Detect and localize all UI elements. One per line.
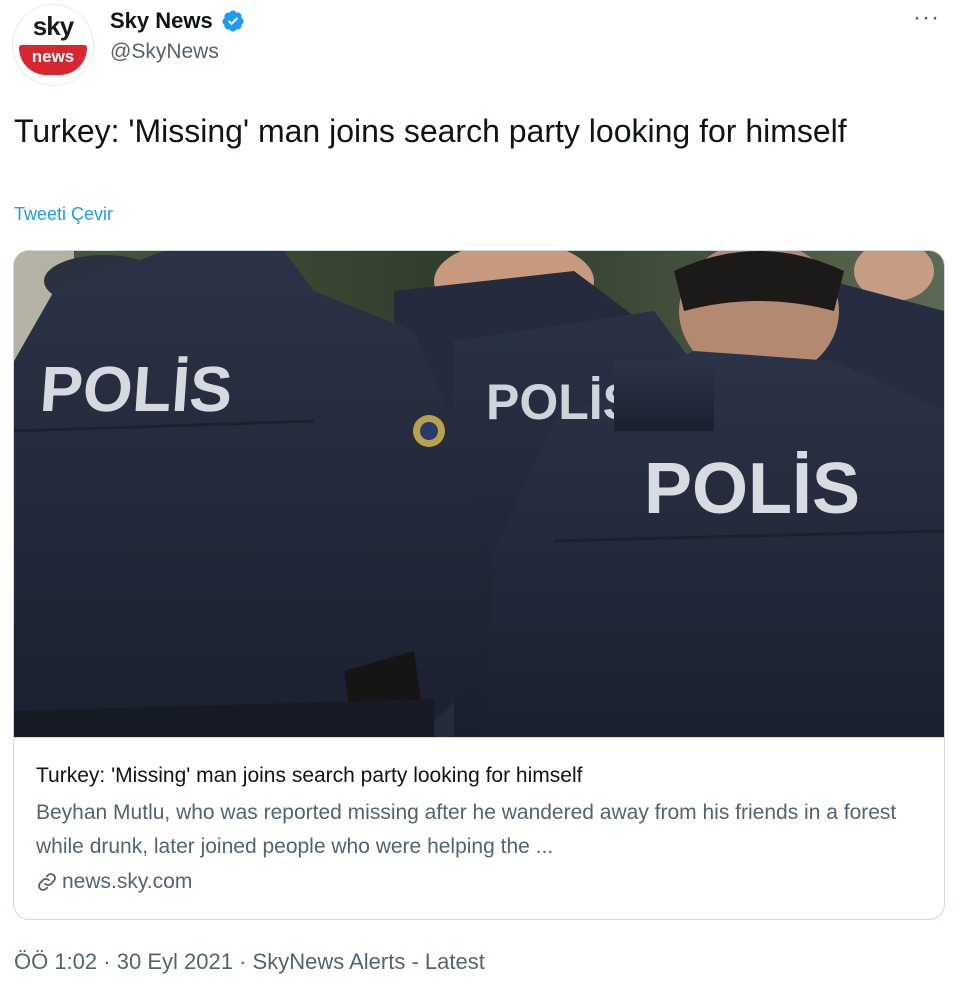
display-name[interactable]: Sky News xyxy=(110,8,213,34)
card-description: Beyhan Mutlu, who was reported missing a… xyxy=(36,801,897,858)
handle[interactable]: @SkyNews xyxy=(110,40,245,64)
meta-separator: · xyxy=(103,949,111,975)
card-image[interactable]: POLİS POLİS POLİS xyxy=(14,251,944,737)
card-image-label-middle: POLİS xyxy=(486,374,636,430)
meta-separator: · xyxy=(239,949,247,975)
card-domain-text: news.sky.com xyxy=(62,870,193,893)
link-card[interactable]: POLİS POLİS POLİS Turkey: 'Missing' man … xyxy=(13,250,945,920)
avatar[interactable]: sky news xyxy=(12,4,94,86)
card-domain: news.sky.com xyxy=(36,870,192,894)
more-options-icon[interactable]: ··· xyxy=(913,4,940,32)
avatar-logo-top: sky xyxy=(32,11,74,41)
card-body: Turkey: 'Missing' man joins search party… xyxy=(14,737,944,919)
tweet-source[interactable]: SkyNews Alerts - Latest xyxy=(253,949,485,974)
tweet-header: sky news Sky News @SkyNews ··· xyxy=(12,2,948,86)
avatar-logo-bottom: news xyxy=(19,45,87,75)
tweet-text: Turkey: 'Missing' man joins search party… xyxy=(14,113,847,149)
card-image-label-left: POLİS xyxy=(38,353,235,425)
link-icon xyxy=(38,873,56,892)
verified-badge-icon xyxy=(222,10,244,32)
tweet-date[interactable]: 30 Eyl 2021 xyxy=(117,949,233,974)
tweet-metadata: ÖÖ 1:02 · 30 Eyl 2021 · SkyNews Alerts -… xyxy=(14,948,485,975)
author-names: Sky News @SkyNews xyxy=(110,8,245,64)
translate-link[interactable]: Tweeti Çevir xyxy=(14,204,113,225)
card-title: Turkey: 'Missing' man joins search party… xyxy=(36,764,583,787)
tweet-time[interactable]: ÖÖ 1:02 xyxy=(14,949,97,974)
card-image-label-right: POLİS xyxy=(644,449,860,529)
